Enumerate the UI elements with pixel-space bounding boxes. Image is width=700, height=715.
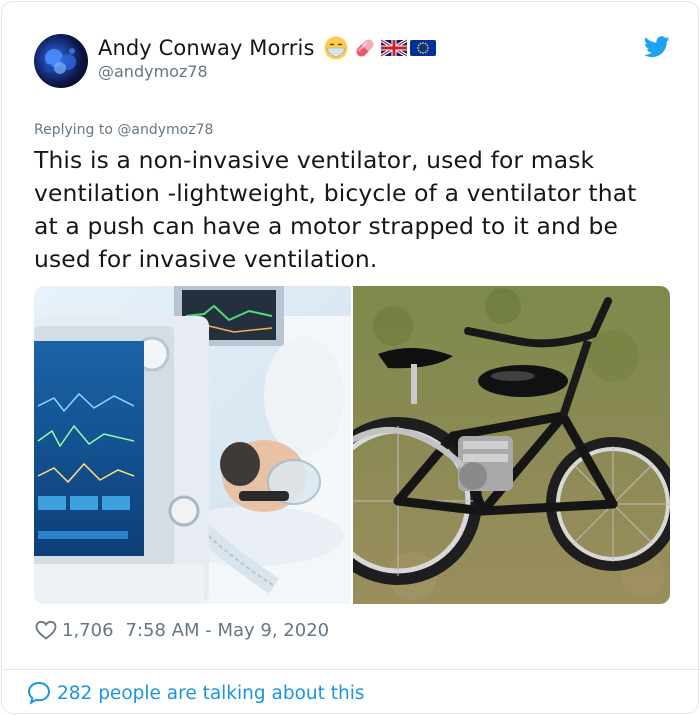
author-name-row: Andy Conway Morris xyxy=(98,35,436,61)
name-emojis xyxy=(323,35,436,61)
ventilator-photo[interactable] xyxy=(34,286,351,604)
like-count[interactable]: 1,706 xyxy=(62,620,114,641)
bicycle-photo[interactable] xyxy=(353,286,670,604)
avatar[interactable] xyxy=(34,34,88,88)
conversation-link[interactable]: 282 people are talking about this xyxy=(26,680,365,706)
replying-to: Replying to @andymoz78 xyxy=(34,122,213,138)
tweet-text: This is a non-invasive ventilator, used … xyxy=(34,146,637,273)
replying-label: Replying to xyxy=(34,122,118,138)
speech-bubble-icon xyxy=(27,681,51,705)
divider xyxy=(3,669,700,670)
pill-emoji-icon xyxy=(355,39,374,57)
tweet-meta: 1,706 7:58 AM - May 9, 2020 xyxy=(34,618,329,642)
twitter-bird-icon[interactable] xyxy=(644,36,670,58)
tweet-card: Andy Conway Morris @andymoz78 Replying t… xyxy=(1,1,700,714)
conversation-label[interactable]: 282 people are talking about this xyxy=(57,683,365,704)
eu-flag-icon xyxy=(409,40,436,56)
tweet-timestamp[interactable]: 7:58 AM - May 9, 2020 xyxy=(126,620,330,641)
uk-flag-icon xyxy=(380,38,407,58)
replying-mention-link[interactable]: @andymoz78 xyxy=(117,122,213,138)
heart-icon[interactable] xyxy=(34,618,58,642)
author-display-name[interactable]: Andy Conway Morris xyxy=(98,36,315,60)
medical-mask-emoji-icon xyxy=(324,36,348,60)
author-handle[interactable]: @andymoz78 xyxy=(98,62,208,81)
tweet-media xyxy=(34,286,670,604)
